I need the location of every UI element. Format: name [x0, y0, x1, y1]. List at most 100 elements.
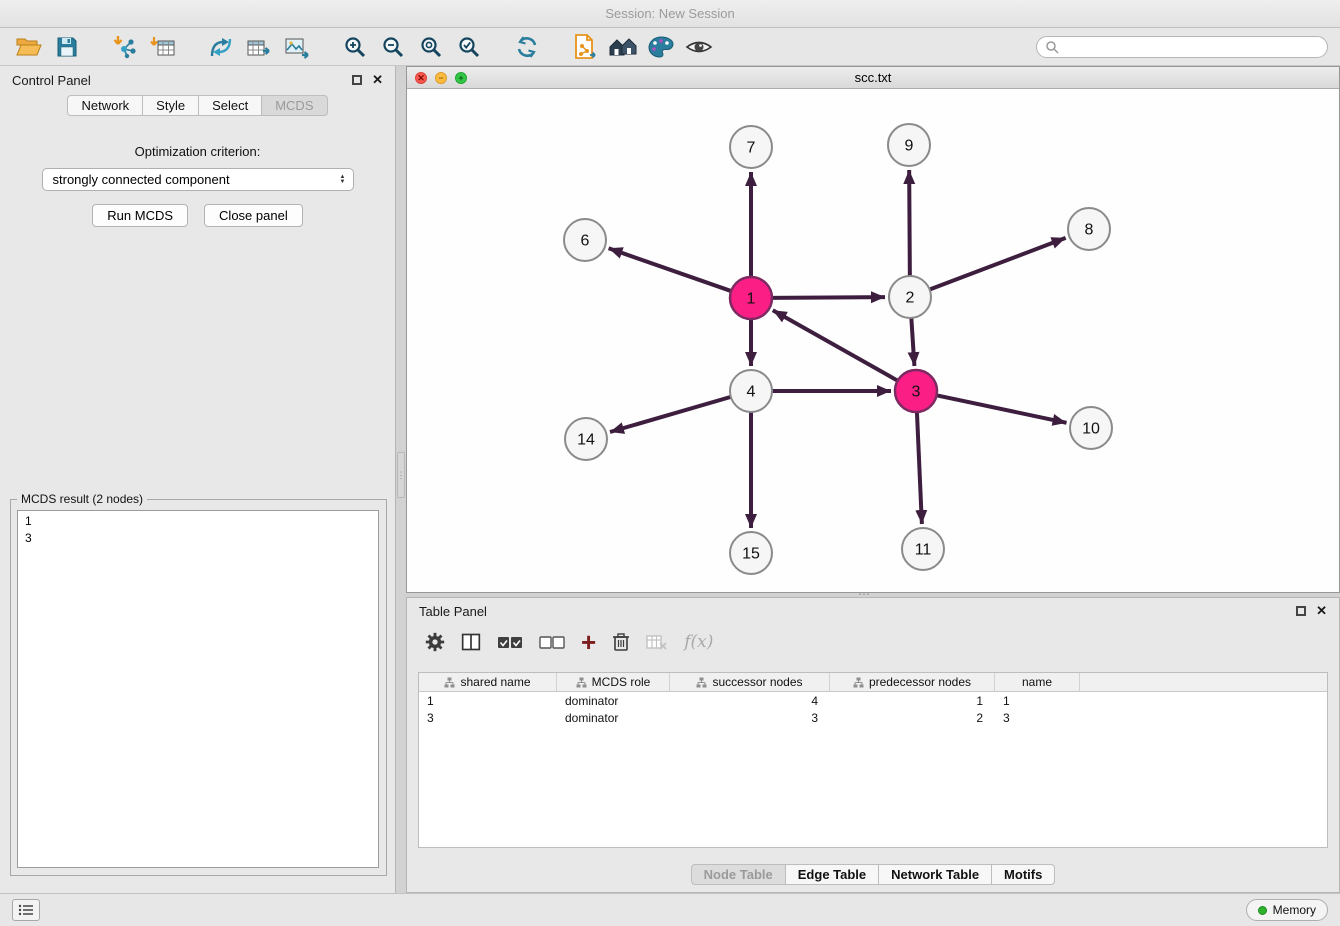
graph-edge-1-2[interactable] — [772, 297, 885, 298]
first-neighbors-button[interactable] — [606, 32, 640, 62]
table-cell: 4 — [670, 694, 830, 708]
show-columns-button[interactable] — [461, 629, 481, 655]
zoom-fit-button[interactable] — [414, 32, 448, 62]
node-table: shared name MCDS role successor nodes pr… — [418, 672, 1328, 848]
share-network-icon — [209, 35, 233, 59]
import-table-button[interactable] — [146, 32, 180, 62]
export-image-button[interactable] — [280, 32, 314, 62]
tab-network[interactable]: Network — [67, 95, 143, 116]
table-body: 1dominator4113dominator323 — [419, 692, 1327, 726]
close-panel-button[interactable]: Close panel — [204, 204, 303, 227]
graph-node-label: 9 — [905, 138, 914, 155]
table-row[interactable]: 3dominator323 — [419, 709, 1327, 726]
save-session-button[interactable] — [50, 32, 84, 62]
deselect-all-columns-button[interactable] — [539, 629, 565, 655]
table-cell: dominator — [557, 694, 670, 708]
table-cell: 1 — [419, 694, 557, 708]
mcds-result-list[interactable]: 13 — [17, 510, 379, 868]
close-window-icon[interactable]: ✕ — [415, 72, 427, 84]
export-network-button[interactable] — [204, 32, 238, 62]
graph-node-label: 3 — [912, 384, 921, 401]
import-network-icon — [112, 35, 138, 59]
table-settings-button[interactable] — [425, 629, 445, 655]
table-cell: dominator — [557, 711, 670, 725]
close-panel-icon[interactable]: ✕ — [372, 75, 383, 85]
mcds-result-item[interactable]: 3 — [25, 530, 371, 547]
column-header-filler — [1080, 673, 1327, 691]
mcds-result-box: MCDS result (2 nodes) 13 — [10, 492, 387, 876]
graph-node-label: 7 — [747, 140, 756, 157]
search-input[interactable] — [1064, 40, 1319, 54]
graph-node-label: 11 — [915, 542, 932, 559]
float-panel-icon[interactable] — [352, 75, 362, 85]
import-network-button[interactable] — [108, 32, 142, 62]
delete-row-button[interactable] — [612, 629, 630, 655]
graph-edge-3-1[interactable] — [773, 310, 898, 380]
table-row[interactable]: 1dominator411 — [419, 692, 1327, 709]
houses-icon — [608, 35, 638, 59]
main-toolbar — [0, 28, 1340, 66]
column-header-name[interactable]: name — [995, 673, 1080, 691]
open-session-button[interactable] — [12, 32, 46, 62]
toolbar-separator — [318, 46, 334, 47]
zoom-in-button[interactable] — [338, 32, 372, 62]
select-all-columns-button[interactable] — [497, 629, 523, 655]
save-icon — [56, 36, 78, 58]
network-window-titlebar[interactable]: ✕ − + scc.txt — [407, 67, 1339, 89]
graph-edge-1-6[interactable] — [609, 248, 732, 291]
vertical-splitter-handle[interactable]: ⋮ — [397, 452, 405, 498]
add-column-button[interactable]: + — [581, 629, 596, 655]
zoom-selected-button[interactable] — [452, 32, 486, 62]
export-table-button[interactable] — [242, 32, 276, 62]
trash-icon — [612, 632, 630, 652]
minimize-window-icon[interactable]: − — [435, 72, 447, 84]
float-panel-icon[interactable] — [1296, 606, 1306, 616]
tab-edge-table[interactable]: Edge Table — [786, 864, 879, 885]
graph-edge-4-14[interactable] — [610, 397, 731, 432]
memory-status-icon — [1258, 906, 1267, 915]
column-header-shared-name[interactable]: shared name — [419, 673, 557, 691]
column-header-successor-nodes[interactable]: successor nodes — [670, 673, 830, 691]
zoom-fit-icon — [419, 35, 443, 59]
graph-node-label: 10 — [1082, 421, 1100, 438]
tab-network-table[interactable]: Network Table — [879, 864, 992, 885]
tab-select[interactable]: Select — [199, 95, 262, 116]
zoom-out-button[interactable] — [376, 32, 410, 62]
refresh-layout-button[interactable] — [510, 32, 544, 62]
zoom-in-icon — [343, 35, 367, 59]
refresh-icon — [515, 35, 539, 59]
toggle-visibility-button[interactable] — [682, 32, 716, 62]
graph-node-label: 6 — [581, 233, 590, 250]
tab-motifs[interactable]: Motifs — [992, 864, 1055, 885]
mcds-result-item[interactable]: 1 — [25, 513, 371, 530]
sort-icon — [576, 677, 587, 688]
new-network-from-selection-button[interactable] — [568, 32, 602, 62]
tab-node-table[interactable]: Node Table — [691, 864, 786, 885]
search-box — [1036, 36, 1328, 58]
graph-edge-2-9[interactable] — [909, 170, 910, 276]
memory-button[interactable]: Memory — [1246, 899, 1328, 921]
optimization-select[interactable]: strongly connected component ▲▼ — [42, 168, 354, 191]
function-builder-button[interactable]: f(x) — [684, 629, 713, 655]
graph-edge-2-8[interactable] — [930, 238, 1066, 290]
tab-mcds[interactable]: MCDS — [262, 95, 327, 116]
run-mcds-button[interactable]: Run MCDS — [92, 204, 188, 227]
search-icon — [1045, 40, 1059, 54]
network-canvas[interactable]: 7968124314101511 — [407, 89, 1339, 592]
tab-style[interactable]: Style — [143, 95, 199, 116]
close-panel-icon[interactable]: ✕ — [1316, 606, 1327, 616]
table-panel-tabs: Node Table Edge Table Network Table Moti… — [407, 864, 1339, 885]
column-header-predecessor-nodes[interactable]: predecessor nodes — [830, 673, 995, 691]
task-history-button[interactable] — [12, 899, 40, 921]
column-header-mcds-role[interactable]: MCDS role — [557, 673, 670, 691]
delete-column-button[interactable] — [646, 629, 668, 655]
list-icon — [18, 904, 34, 916]
maximize-window-icon[interactable]: + — [455, 72, 467, 84]
graph-edge-2-3[interactable] — [911, 318, 914, 366]
window-titlebar[interactable]: Session: New Session — [0, 0, 1340, 28]
mcds-result-title: MCDS result (2 nodes) — [17, 492, 147, 506]
graph-edge-3-11[interactable] — [917, 412, 922, 524]
graph-edge-3-10[interactable] — [937, 395, 1067, 422]
style-palette-button[interactable] — [644, 32, 678, 62]
table-header-row: shared name MCDS role successor nodes pr… — [419, 673, 1327, 692]
